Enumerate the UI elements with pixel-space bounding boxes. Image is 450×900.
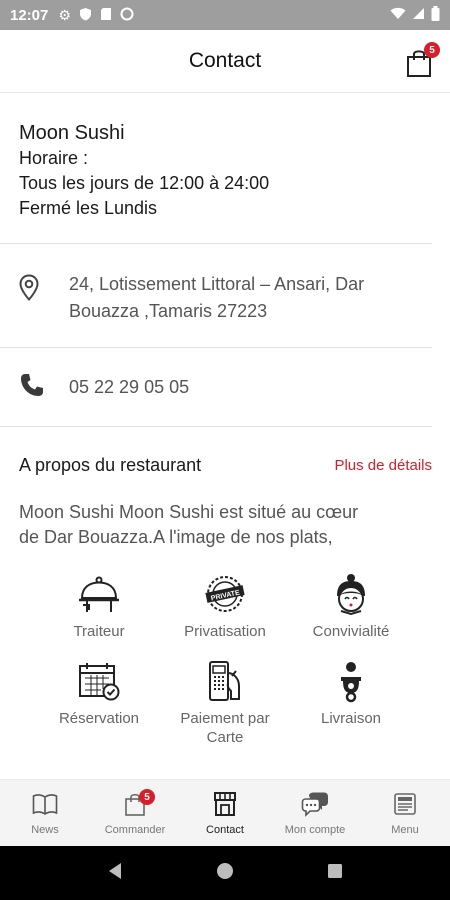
nav-mon-compte[interactable]: Mon compte [270, 780, 360, 846]
nav-label: Commander [104, 824, 166, 836]
feature-traiteur: Traiteur [36, 570, 162, 641]
address-text: 24, Lotissement Littoral – Ansari, Dar B… [69, 271, 364, 325]
nav-label: Menu [391, 824, 419, 836]
status-bar: 12:07 ⚙ [0, 0, 450, 30]
more-details-link[interactable]: Plus de détails [334, 457, 432, 474]
wifi-icon [390, 7, 406, 24]
address-row[interactable]: 24, Lotissement Littoral – Ansari, Dar B… [0, 244, 432, 348]
card-terminal-icon [201, 657, 249, 705]
address-line-1: 24, Lotissement Littoral – Ansari, Dar [69, 274, 365, 294]
features-grid: Traiteur PRIVATE Privatisation Convivial… [0, 550, 450, 747]
about-text-line-1: Moon Sushi Moon Sushi est situé au cœur [19, 502, 359, 522]
feature-label: Traiteur [73, 623, 125, 640]
data-saver-icon [120, 7, 134, 24]
home-icon[interactable] [216, 862, 234, 885]
sd-card-icon [100, 7, 112, 24]
feature-label: Réservation [58, 710, 140, 727]
feature-label: Livraison [320, 710, 382, 727]
page-title: Contact [188, 49, 262, 72]
feature-reservation: Réservation [36, 657, 162, 747]
location-pin-icon [19, 271, 47, 306]
app-header: Contact 5 [0, 30, 450, 93]
closing-days: Fermé les Lundis [19, 198, 158, 218]
nav-label: News [31, 824, 59, 836]
restaurant-info: Moon Sushi Horaire : Tous les jours de 1… [0, 93, 432, 244]
scooter-icon [327, 657, 375, 705]
commander-badge: 5 [139, 789, 155, 805]
geisha-icon [327, 570, 375, 618]
feature-label: Privatisation [184, 623, 266, 640]
nav-commander[interactable]: 5 Commander [90, 780, 180, 846]
about-header: A propos du restaurant Plus de détails [0, 427, 450, 476]
signal-icon [412, 7, 425, 24]
about-title: A propos du restaurant [19, 455, 202, 475]
cart-button[interactable]: 5 [406, 42, 440, 78]
nav-label: Contact [206, 824, 244, 836]
contact-content: Moon Sushi Horaire : Tous les jours de 1… [0, 93, 450, 779]
about-text-line-2: de Dar Bouazza.A l'image de nos plats, [19, 527, 333, 547]
back-icon[interactable] [107, 862, 123, 885]
feature-convivialite: Convivialité [288, 570, 414, 641]
bottom-navigation: News 5 Commander Contact Mon compte Menu [0, 779, 450, 846]
nav-news[interactable]: News [0, 780, 90, 846]
address-line-2: Bouazza ,Tamaris 27223 [69, 301, 268, 321]
hours-label: Horaire : [19, 148, 89, 168]
nav-contact[interactable]: Contact [180, 780, 270, 846]
feature-label: Convivialité [312, 623, 390, 640]
chat-icon [301, 790, 329, 818]
book-icon [31, 790, 59, 818]
menu-card-icon [391, 790, 419, 818]
restaurant-name: Moon Sushi [19, 122, 125, 144]
calendar-check-icon [75, 657, 123, 705]
feature-livraison: Livraison [288, 657, 414, 747]
phone-icon [19, 372, 47, 403]
store-icon [211, 790, 239, 818]
cloche-icon [75, 570, 123, 618]
system-navigation-bar [0, 846, 450, 900]
settings-gear-icon: ⚙ [58, 6, 71, 23]
phone-number: 05 22 29 05 05 [69, 377, 190, 397]
private-stamp-icon: PRIVATE [201, 570, 249, 618]
feature-privatisation: PRIVATE Privatisation [162, 570, 288, 641]
nav-label: Mon compte [284, 824, 346, 836]
recent-apps-icon[interactable] [327, 863, 343, 884]
about-text: Moon Sushi Moon Sushi est situé au cœur … [0, 476, 450, 550]
battery-icon [431, 5, 440, 25]
cart-badge: 5 [424, 42, 440, 58]
opening-hours: Tous les jours de 12:00 à 24:00 [19, 173, 270, 193]
nav-menu[interactable]: Menu [360, 780, 450, 846]
feature-paiement-carte: Paiement par Carte [162, 657, 288, 747]
feature-label: Paiement par Carte [180, 710, 270, 746]
shield-icon [79, 7, 92, 24]
status-time: 12:07 [10, 6, 49, 24]
phone-row[interactable]: 05 22 29 05 05 [0, 348, 432, 427]
